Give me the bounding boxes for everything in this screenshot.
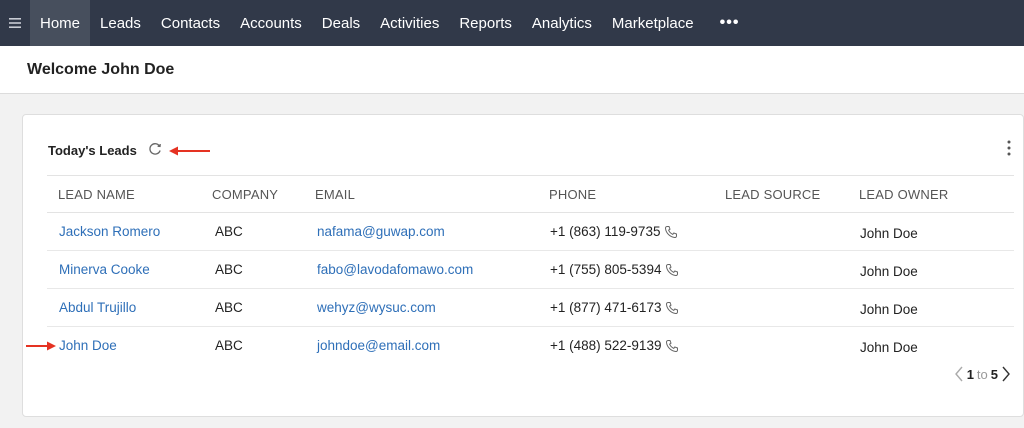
phone-cell: +1 (755) 805-5394 xyxy=(550,262,679,277)
pagination-to: 5 xyxy=(990,366,998,382)
phone-icon[interactable] xyxy=(664,225,678,239)
phone-cell: +1 (877) 471-6173 xyxy=(550,300,679,315)
column-header-lead-owner[interactable]: LEAD OWNER xyxy=(859,187,948,202)
column-header-email[interactable]: EMAIL xyxy=(315,187,355,202)
column-header-lead-name[interactable]: LEAD NAME xyxy=(58,187,135,202)
phone-cell: +1 (488) 522-9139 xyxy=(550,338,679,353)
company-cell: ABC xyxy=(215,300,243,315)
chevron-left-icon[interactable] xyxy=(954,366,964,382)
top-navigation: Home Leads Contacts Accounts Deals Activ… xyxy=(0,0,1024,46)
phone-number: +1 (755) 805-5394 xyxy=(550,262,662,277)
nav-more-button[interactable]: ••• xyxy=(704,0,754,46)
email-link[interactable]: nafama@guwap.com xyxy=(317,224,445,239)
pagination-to-label: to xyxy=(976,366,988,382)
hamburger-menu-icon[interactable] xyxy=(0,0,30,46)
page-title: Welcome John Doe xyxy=(27,61,175,78)
email-link[interactable]: johndoe@email.com xyxy=(317,338,440,353)
column-header-company[interactable]: COMPANY xyxy=(212,187,278,202)
table-row: Abdul Trujillo ABC wehyz@wysuc.com +1 (8… xyxy=(47,289,1014,327)
email-link[interactable]: fabo@lavodafomawo.com xyxy=(317,262,473,277)
phone-icon[interactable] xyxy=(665,339,679,353)
table-header: LEAD NAME COMPANY EMAIL PHONE LEAD SOURC… xyxy=(47,175,1014,213)
lead-owner-cell: John Doe xyxy=(860,302,918,317)
nav-tab-contacts[interactable]: Contacts xyxy=(151,0,230,46)
phone-cell: +1 (863) 119-9735 xyxy=(550,224,678,239)
phone-number: +1 (863) 119-9735 xyxy=(550,224,661,239)
phone-icon[interactable] xyxy=(665,301,679,315)
column-header-phone[interactable]: PHONE xyxy=(549,187,596,202)
nav-tab-activities[interactable]: Activities xyxy=(370,0,449,46)
lead-owner-cell: John Doe xyxy=(860,340,918,355)
column-header-lead-source[interactable]: LEAD SOURCE xyxy=(725,187,820,202)
nav-tab-analytics[interactable]: Analytics xyxy=(522,0,602,46)
email-link[interactable]: wehyz@wysuc.com xyxy=(317,300,436,315)
phone-number: +1 (877) 471-6173 xyxy=(550,300,662,315)
card-title: Today's Leads xyxy=(48,143,137,158)
table-row: John Doe ABC johndoe@email.com +1 (488) … xyxy=(47,327,1014,365)
todays-leads-card: Today's Leads LEAD NAME COMPANY EMAIL PH… xyxy=(22,114,1024,417)
table-row: Minerva Cooke ABC fabo@lavodafomawo.com … xyxy=(47,251,1014,289)
annotation-arrow-right-icon xyxy=(26,341,56,351)
nav-tab-accounts[interactable]: Accounts xyxy=(230,0,312,46)
pagination-from: 1 xyxy=(966,366,974,382)
table-row: Jackson Romero ABC nafama@guwap.com +1 (… xyxy=(47,213,1014,251)
company-cell: ABC xyxy=(215,224,243,239)
lead-name-link[interactable]: Abdul Trujillo xyxy=(59,300,136,315)
leads-table: LEAD NAME COMPANY EMAIL PHONE LEAD SOURC… xyxy=(47,175,1014,365)
lead-name-link[interactable]: John Doe xyxy=(59,338,117,353)
welcome-bar: Welcome John Doe xyxy=(0,46,1024,94)
chevron-right-icon[interactable] xyxy=(1001,366,1011,382)
nav-tab-reports[interactable]: Reports xyxy=(449,0,522,46)
company-cell: ABC xyxy=(215,262,243,277)
lead-owner-cell: John Doe xyxy=(860,264,918,279)
annotation-arrow-left-icon xyxy=(169,146,210,156)
pagination: 1 to 5 xyxy=(954,366,1011,382)
lead-name-link[interactable]: Jackson Romero xyxy=(59,224,160,239)
lead-owner-cell: John Doe xyxy=(860,226,918,241)
nav-tab-deals[interactable]: Deals xyxy=(312,0,370,46)
company-cell: ABC xyxy=(215,338,243,353)
phone-icon[interactable] xyxy=(665,263,679,277)
lead-name-link[interactable]: Minerva Cooke xyxy=(59,262,150,277)
phone-number: +1 (488) 522-9139 xyxy=(550,338,662,353)
more-options-icon[interactable] xyxy=(1003,139,1015,157)
nav-tab-marketplace[interactable]: Marketplace xyxy=(602,0,704,46)
nav-tab-home[interactable]: Home xyxy=(30,0,91,46)
refresh-icon[interactable] xyxy=(147,141,163,157)
nav-tab-leads[interactable]: Leads xyxy=(90,0,151,46)
